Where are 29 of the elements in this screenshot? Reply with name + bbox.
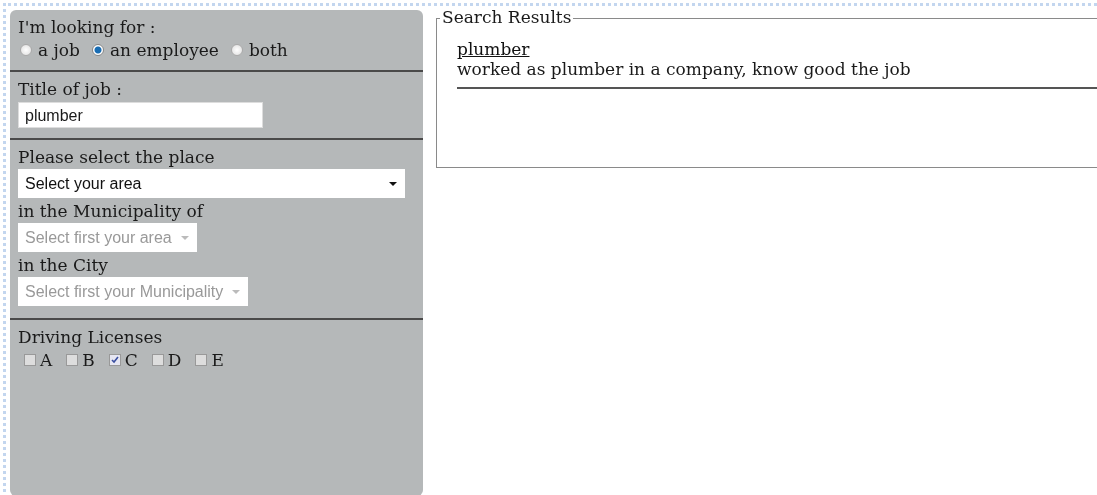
checkbox[interactable] xyxy=(151,354,164,366)
field-label: in the Municipality of xyxy=(18,200,205,222)
checkbox-label[interactable]: B xyxy=(82,350,95,370)
checkbox-label[interactable]: A xyxy=(40,350,53,370)
result-link[interactable]: plumber xyxy=(457,39,530,59)
checkbox[interactable] xyxy=(24,354,36,366)
job-title-field[interactable]: plumber xyxy=(18,102,263,128)
radio-button[interactable] xyxy=(20,44,32,56)
radio-button[interactable] xyxy=(91,44,104,56)
dropdown[interactable]: Select your area xyxy=(18,169,405,198)
radio-button[interactable] xyxy=(230,44,243,56)
field-label: in the City xyxy=(18,254,109,276)
checkbox-label[interactable]: E xyxy=(211,350,224,370)
checkbox[interactable] xyxy=(108,354,121,366)
radio-label[interactable]: a job xyxy=(38,40,80,60)
field-label: Please select the place xyxy=(18,146,216,168)
checkbox-label[interactable]: D xyxy=(167,350,182,370)
checkbox-label[interactable]: C xyxy=(124,350,138,370)
caret-icon xyxy=(179,234,190,241)
caret-icon xyxy=(388,180,398,187)
field-label: Title of job : xyxy=(18,78,123,100)
checkbox[interactable] xyxy=(195,354,208,366)
radio-label[interactable]: an employee xyxy=(109,40,219,60)
caret-icon xyxy=(231,288,242,295)
radio-label[interactable]: both xyxy=(248,40,288,60)
checkbox[interactable] xyxy=(66,354,79,366)
result-description: worked as plumber in a company, know good the job xyxy=(457,59,1097,89)
field-label: Driving Licenses xyxy=(18,326,164,348)
field-label: I'm looking for : xyxy=(18,16,157,38)
